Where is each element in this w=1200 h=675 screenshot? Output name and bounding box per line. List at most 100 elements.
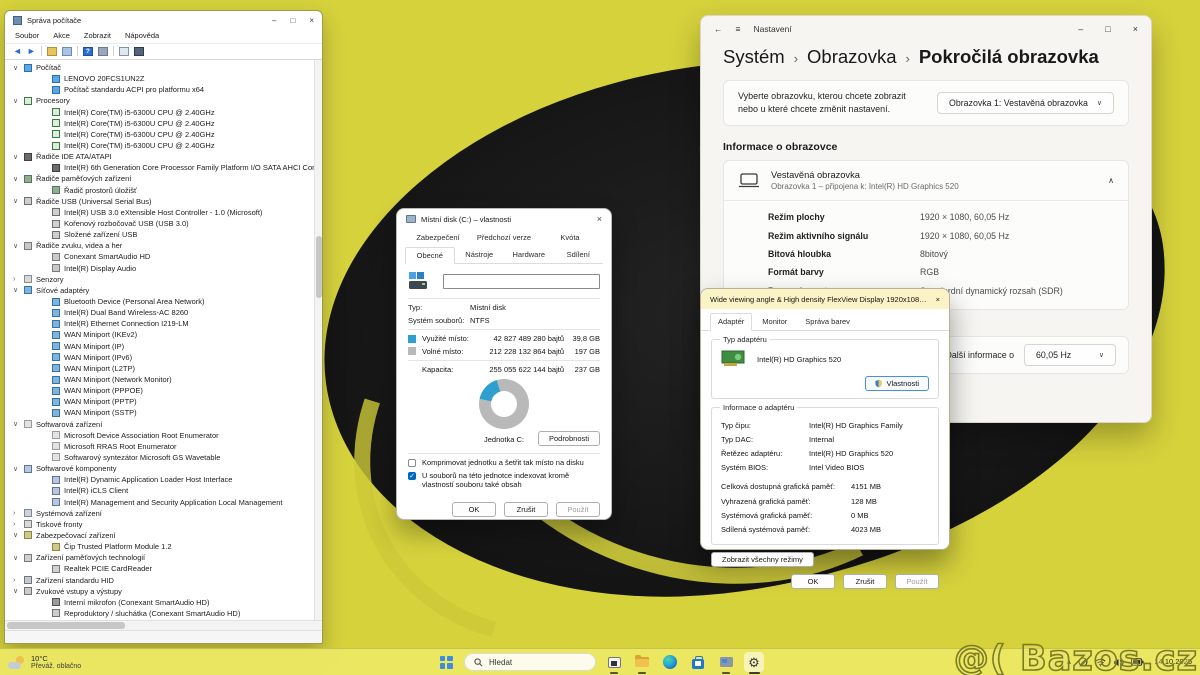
expander-icon[interactable]: ∨: [13, 554, 24, 562]
compress-checkbox-row[interactable]: Komprimovat jednotku a šetřit tak místo …: [408, 458, 600, 467]
index-checkbox-row[interactable]: ✓ U souborů na této jednotce indexovat k…: [408, 471, 600, 490]
expander-icon[interactable]: ∨: [13, 153, 24, 161]
tree-item[interactable]: WAN Miniport (Network Monitor): [5, 374, 322, 385]
expander-icon[interactable]: ∨: [13, 64, 24, 72]
menu-item[interactable]: Nápověda: [125, 31, 159, 40]
tree-item[interactable]: Řadič prostorů úložišť: [5, 185, 322, 196]
start-button[interactable]: [436, 652, 456, 672]
forward-icon[interactable]: ►: [27, 47, 36, 56]
tree-item[interactable]: Realtek PCIE CardReader: [5, 563, 322, 574]
expander-icon[interactable]: ∨: [13, 175, 24, 183]
volume-label-input[interactable]: [443, 274, 600, 289]
tree-item[interactable]: Počítač standardu ACPI pro platformu x64: [5, 84, 322, 95]
tree-item[interactable]: Reproduktory / sluchátka (Conexant Smart…: [5, 608, 322, 619]
tree-item[interactable]: Intel(R) Dual Band Wireless-AC 8260: [5, 307, 322, 318]
tree-item[interactable]: Intel(R) USB 3.0 eXtensible Host Control…: [5, 207, 322, 218]
ok-button[interactable]: OK: [452, 502, 496, 517]
tree-item[interactable]: ∨ Počítač: [5, 62, 322, 73]
expander-icon[interactable]: ›: [13, 521, 24, 528]
tree-item[interactable]: ∨ Síťové adaptéry: [5, 285, 322, 296]
tree-item[interactable]: Conexant SmartAudio HD: [5, 251, 322, 262]
tree-item[interactable]: WAN Miniport (L2TP): [5, 363, 322, 374]
taskbar-store[interactable]: [688, 652, 708, 672]
tree-item[interactable]: LENOVO 20FCS1UN2Z: [5, 73, 322, 84]
tree-item[interactable]: Intel(R) Core(TM) i5-6300U CPU @ 2.40GHz: [5, 140, 322, 151]
tree-item[interactable]: Intel(R) Management and Security Applica…: [5, 496, 322, 507]
breadcrumb-display[interactable]: Obrazovka: [807, 46, 896, 68]
titlebar[interactable]: Správa počítače – □ ×: [5, 11, 322, 29]
tree-item[interactable]: Kořenový rozbočovač USB (USB 3.0): [5, 218, 322, 229]
tree-item[interactable]: Microsoft RRAS Root Enumerator: [5, 441, 322, 452]
tree-item[interactable]: WAN Miniport (PPTP): [5, 396, 322, 407]
taskbar-edge[interactable]: [660, 652, 680, 672]
tree-item[interactable]: Čip Trusted Platform Module 1.2: [5, 541, 322, 552]
tree-item[interactable]: Intel(R) Core(TM) i5-6300U CPU @ 2.40GHz: [5, 118, 322, 129]
compress-checkbox[interactable]: [408, 459, 416, 467]
ok-button[interactable]: OK: [791, 574, 835, 589]
tree-item[interactable]: Intel(R) Dynamic Application Loader Host…: [5, 474, 322, 485]
tree-item[interactable]: ∨ Procesory: [5, 95, 322, 106]
close-icon[interactable]: ×: [597, 214, 602, 224]
vertical-scrollbar[interactable]: [314, 60, 322, 620]
tab[interactable]: Nástroje: [455, 246, 505, 263]
tab[interactable]: Kvóta: [537, 229, 603, 246]
tree-item[interactable]: Bluetooth Device (Personal Area Network): [5, 296, 322, 307]
expander-icon[interactable]: ∨: [13, 197, 24, 205]
properties-button[interactable]: Vlastnosti: [865, 376, 929, 391]
menu-item[interactable]: Akce: [53, 31, 70, 40]
tab[interactable]: Sdílení: [554, 246, 604, 263]
refresh-rate-dropdown[interactable]: 60,05 Hz ∨: [1024, 344, 1116, 366]
tree-item[interactable]: ∨ Softwarová zařízení: [5, 419, 322, 430]
tree-item[interactable]: WAN Miniport (IPv6): [5, 352, 322, 363]
tree-item[interactable]: Intel(R) 6th Generation Core Processor F…: [5, 162, 322, 173]
minimize-button[interactable]: –: [272, 16, 276, 25]
expander-icon[interactable]: ∨: [13, 420, 24, 428]
tree-item[interactable]: WAN Miniport (SSTP): [5, 407, 322, 418]
expander-icon[interactable]: ›: [13, 577, 24, 584]
tree-item[interactable]: ∨ Řadiče zvuku, videa a her: [5, 240, 322, 251]
list-all-modes-button[interactable]: Zobrazit všechny režimy: [711, 552, 814, 567]
chevron-up-icon[interactable]: ∧: [1108, 176, 1114, 185]
display-info-header[interactable]: Vestavěná obrazovka Obrazovka 1 – připoj…: [724, 161, 1128, 200]
apply-button[interactable]: Použít: [895, 574, 939, 589]
tree-item[interactable]: WAN Miniport (PPPOE): [5, 385, 322, 396]
tree-item[interactable]: Intel(R) Ethernet Connection I219-LM: [5, 318, 322, 329]
taskbar-settings[interactable]: ⚙: [744, 652, 764, 672]
tree-item[interactable]: ∨ Zabezpečovací zařízení: [5, 530, 322, 541]
expander-icon[interactable]: ∨: [13, 242, 24, 250]
index-checkbox[interactable]: ✓: [408, 472, 416, 480]
expander-icon[interactable]: ∨: [13, 531, 24, 539]
titlebar[interactable]: Místní disk (C:) – vlastnosti ×: [397, 209, 611, 229]
menu-item[interactable]: Soubor: [15, 31, 39, 40]
expander-icon[interactable]: ∨: [13, 587, 24, 595]
tree-item[interactable]: Interní mikrofon (Conexant SmartAudio HD…: [5, 597, 322, 608]
tab[interactable]: Zabezpečení: [405, 229, 471, 246]
tab[interactable]: Hardware: [504, 246, 554, 263]
tree-item[interactable]: ∨ Zařízení paměťových technologií: [5, 552, 322, 563]
weather-widget[interactable]: 10°C Převáž. oblačno: [8, 649, 81, 675]
tree-item[interactable]: ∨ Softwarové komponenty: [5, 463, 322, 474]
folder-icon[interactable]: [47, 47, 57, 56]
tree-item[interactable]: Microsoft Device Association Root Enumer…: [5, 430, 322, 441]
titlebar[interactable]: ← ≡ Nastavení – □ ×: [701, 16, 1151, 42]
horizontal-scrollbar[interactable]: [5, 621, 322, 630]
tree-item[interactable]: ∨ Řadiče USB (Universal Serial Bus): [5, 196, 322, 207]
refresh-icon[interactable]: [119, 47, 129, 56]
list-view-icon[interactable]: [98, 47, 108, 56]
tree-item[interactable]: Složené zařízení USB: [5, 229, 322, 240]
expander-icon[interactable]: ∨: [13, 465, 24, 473]
menu-item[interactable]: Zobrazit: [84, 31, 111, 40]
tree-item[interactable]: Intel(R) Core(TM) i5-6300U CPU @ 2.40GHz: [5, 129, 322, 140]
taskbar-device-manager[interactable]: [716, 652, 736, 672]
minimize-button[interactable]: –: [1078, 24, 1083, 34]
tree-item[interactable]: ∨ Zvukové vstupy a výstupy: [5, 586, 322, 597]
taskbar-app-window[interactable]: [604, 652, 624, 672]
details-button[interactable]: Podrobnosti: [538, 431, 600, 446]
search-input[interactable]: Hledat: [464, 653, 596, 671]
tree-item[interactable]: ∨ Řadiče paměťových zařízení: [5, 173, 322, 184]
expander-icon[interactable]: ∨: [13, 286, 24, 294]
maximize-button[interactable]: □: [290, 16, 295, 25]
close-button[interactable]: ×: [309, 16, 314, 25]
tree-item[interactable]: WAN Miniport (IP): [5, 341, 322, 352]
back-icon[interactable]: ←: [714, 24, 723, 34]
